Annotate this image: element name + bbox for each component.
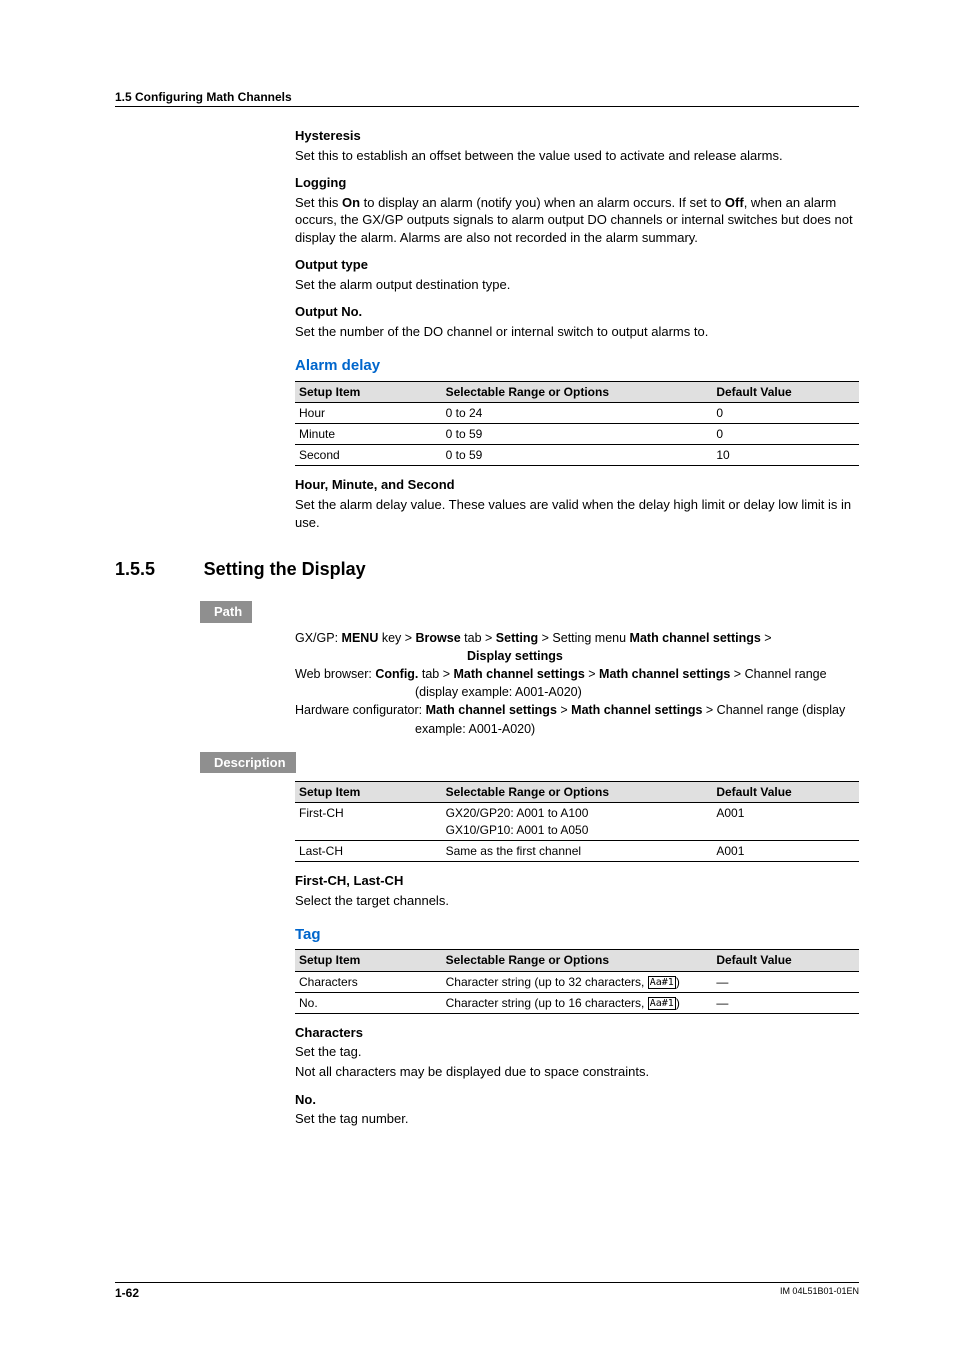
table-cell: Last-CH bbox=[295, 840, 442, 861]
table-cell: — bbox=[712, 992, 859, 1013]
table-cell: No. bbox=[295, 992, 442, 1013]
table-cell: Character string (up to 16 characters, A… bbox=[442, 992, 713, 1013]
alarm-delay-heading: Alarm delay bbox=[295, 356, 859, 376]
table-header: Selectable Range or Options bbox=[442, 950, 713, 971]
logging-heading: Logging bbox=[295, 174, 859, 192]
table-header: Default Value bbox=[712, 782, 859, 803]
table-cell: A001 bbox=[712, 803, 859, 840]
hms-body: Set the alarm delay value. These values … bbox=[295, 496, 859, 531]
hysteresis-body: Set this to establish an offset between … bbox=[295, 147, 859, 165]
table-cell: GX20/GP20: A001 to A100 GX10/GP10: A001 … bbox=[442, 803, 713, 840]
table-cell: Same as the first channel bbox=[442, 840, 713, 861]
description-label: Description bbox=[200, 752, 296, 774]
table-cell: 0 bbox=[712, 402, 859, 423]
table-cell: Second bbox=[295, 445, 442, 466]
table-header: Setup Item bbox=[295, 782, 442, 803]
firstlast-body: Select the target channels. bbox=[295, 892, 859, 910]
table-cell: 0 to 24 bbox=[442, 402, 713, 423]
alarm-delay-table: Setup Item Selectable Range or Options D… bbox=[295, 381, 859, 467]
tag-table: Setup Item Selectable Range or Options D… bbox=[295, 949, 859, 1014]
section-heading: 1.5.5 Setting the Display bbox=[115, 557, 859, 581]
hysteresis-heading: Hysteresis bbox=[295, 127, 859, 145]
table-cell: Hour bbox=[295, 402, 442, 423]
table-cell: Characters bbox=[295, 971, 442, 992]
channel-range-table: Setup Item Selectable Range or Options D… bbox=[295, 781, 859, 862]
no-body: Set the tag number. bbox=[295, 1110, 859, 1128]
table-cell: Minute bbox=[295, 424, 442, 445]
footer: 1-62 IM 04L51B01-01EN bbox=[115, 1282, 859, 1300]
table-cell: 10 bbox=[712, 445, 859, 466]
no-heading: No. bbox=[295, 1091, 859, 1109]
section-number: 1.5.5 bbox=[115, 557, 200, 581]
charset-key: Aa#1 bbox=[648, 997, 676, 1010]
table-cell: 0 to 59 bbox=[442, 445, 713, 466]
page-number: 1-62 bbox=[115, 1286, 139, 1300]
table-cell: 0 bbox=[712, 424, 859, 445]
firstlast-heading: First-CH, Last-CH bbox=[295, 872, 859, 890]
section-title: Setting the Display bbox=[204, 557, 366, 581]
path-block: GX/GP: MENU key > Browse tab > Setting >… bbox=[295, 629, 859, 738]
output-type-heading: Output type bbox=[295, 256, 859, 274]
table-cell: 0 to 59 bbox=[442, 424, 713, 445]
characters-body2: Not all characters may be displayed due … bbox=[295, 1063, 859, 1081]
output-no-body: Set the number of the DO channel or inte… bbox=[295, 323, 859, 341]
hms-heading: Hour, Minute, and Second bbox=[295, 476, 859, 494]
tag-heading: Tag bbox=[295, 925, 859, 945]
table-header: Default Value bbox=[712, 950, 859, 971]
logging-body: Set this On to display an alarm (notify … bbox=[295, 194, 859, 247]
charset-key: Aa#1 bbox=[648, 976, 676, 989]
table-cell: A001 bbox=[712, 840, 859, 861]
table-header: Setup Item bbox=[295, 381, 442, 402]
characters-body1: Set the tag. bbox=[295, 1043, 859, 1061]
doc-number: IM 04L51B01-01EN bbox=[780, 1286, 859, 1296]
characters-heading: Characters bbox=[295, 1024, 859, 1042]
path-label: Path bbox=[200, 601, 252, 623]
table-header: Default Value bbox=[712, 381, 859, 402]
table-cell: First-CH bbox=[295, 803, 442, 840]
output-type-body: Set the alarm output destination type. bbox=[295, 276, 859, 294]
output-no-heading: Output No. bbox=[295, 303, 859, 321]
table-cell: — bbox=[712, 971, 859, 992]
table-header: Selectable Range or Options bbox=[442, 381, 713, 402]
table-header: Setup Item bbox=[295, 950, 442, 971]
running-head: 1.5 Configuring Math Channels bbox=[115, 90, 859, 107]
table-cell: Character string (up to 32 characters, A… bbox=[442, 971, 713, 992]
table-header: Selectable Range or Options bbox=[442, 782, 713, 803]
